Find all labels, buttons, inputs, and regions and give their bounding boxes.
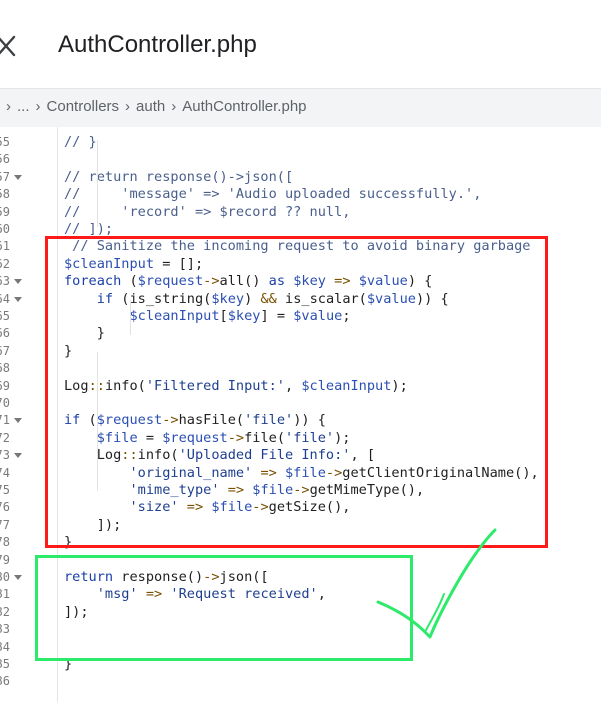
line-number: 59 xyxy=(0,204,10,219)
line-number: 65 xyxy=(0,309,10,323)
line-number: 74 xyxy=(0,465,10,480)
file-title: AuthController.php xyxy=(58,31,257,58)
indent-guide xyxy=(130,300,131,335)
breadcrumb-item[interactable]: Controllers xyxy=(47,98,120,115)
line-number: 79 xyxy=(0,552,10,567)
line-number: 55 xyxy=(0,135,10,149)
chevron-right-icon: › xyxy=(171,98,177,115)
green-highlight-box xyxy=(35,555,413,661)
fold-chevron-icon[interactable] xyxy=(14,296,22,302)
fold-chevron-icon[interactable] xyxy=(14,174,22,180)
line-number: 67 xyxy=(0,343,10,358)
close-icon[interactable] xyxy=(0,33,18,59)
code-line[interactable]: 59 // 'record' => $record ?? null, xyxy=(0,204,601,221)
breadcrumb: ›... › Controllers › auth › AuthController.php xyxy=(0,88,601,128)
line-number: 68 xyxy=(0,361,10,376)
line-number: 75 xyxy=(0,483,10,497)
line-number: 69 xyxy=(0,378,10,393)
line-number: 78 xyxy=(0,535,10,550)
code-text: // return response()->json([ xyxy=(64,168,294,185)
line-number: 86 xyxy=(0,674,10,689)
line-number: 60 xyxy=(0,222,10,236)
breadcrumb-item[interactable]: AuthController.php xyxy=(182,98,306,115)
line-number: 66 xyxy=(0,326,10,341)
code-text: // 'message' => 'Audio uploaded successf… xyxy=(64,186,482,203)
line-number: 70 xyxy=(0,396,10,410)
chevron-right-icon: › xyxy=(125,98,131,115)
indent-guide xyxy=(97,352,98,491)
fold-chevron-icon[interactable] xyxy=(14,418,22,424)
line-number: 72 xyxy=(0,430,10,445)
line-number: 58 xyxy=(0,187,10,202)
line-number: 61 xyxy=(0,239,10,254)
fold-chevron-icon[interactable] xyxy=(14,453,22,459)
line-number: 64 xyxy=(0,291,10,306)
line-number: 81 xyxy=(0,587,10,602)
line-number: 57 xyxy=(0,169,10,184)
line-number: 84 xyxy=(0,639,10,654)
code-line[interactable]: 56 xyxy=(0,151,601,168)
fold-chevron-icon[interactable] xyxy=(14,575,22,580)
line-number: 76 xyxy=(0,500,10,515)
title-bar: AuthController.php xyxy=(0,0,601,88)
chevron-right-icon: › xyxy=(35,98,41,115)
code-line[interactable]: 57 // return response()->json([ xyxy=(0,169,601,186)
line-number: 56 xyxy=(0,152,10,167)
line-number: 82 xyxy=(0,604,10,619)
line-number: 83 xyxy=(0,622,10,637)
line-number: 63 xyxy=(0,274,10,289)
line-number: 71 xyxy=(0,413,10,428)
red-highlight-box xyxy=(45,236,548,548)
chevron-right-icon: › xyxy=(6,98,11,115)
line-number: 62 xyxy=(0,256,10,271)
code-text: // 'record' => $record ?? null, xyxy=(64,203,351,220)
code-line[interactable]: 86 xyxy=(0,673,601,690)
fold-chevron-icon[interactable] xyxy=(14,279,22,285)
code-text: // } xyxy=(64,134,97,150)
checkmark-annotation xyxy=(376,528,497,639)
indent-guide xyxy=(97,140,98,227)
code-line[interactable]: 58 // 'message' => 'Audio uploaded succes… xyxy=(0,186,601,203)
line-number: 77 xyxy=(0,517,10,532)
line-number: 85 xyxy=(0,657,10,671)
code-line[interactable]: 55 // } xyxy=(0,134,601,151)
breadcrumb-item[interactable]: auth xyxy=(136,98,165,115)
line-number: 73 xyxy=(0,448,10,463)
line-number: 80 xyxy=(0,570,10,584)
breadcrumb-item[interactable]: ... xyxy=(17,98,30,115)
